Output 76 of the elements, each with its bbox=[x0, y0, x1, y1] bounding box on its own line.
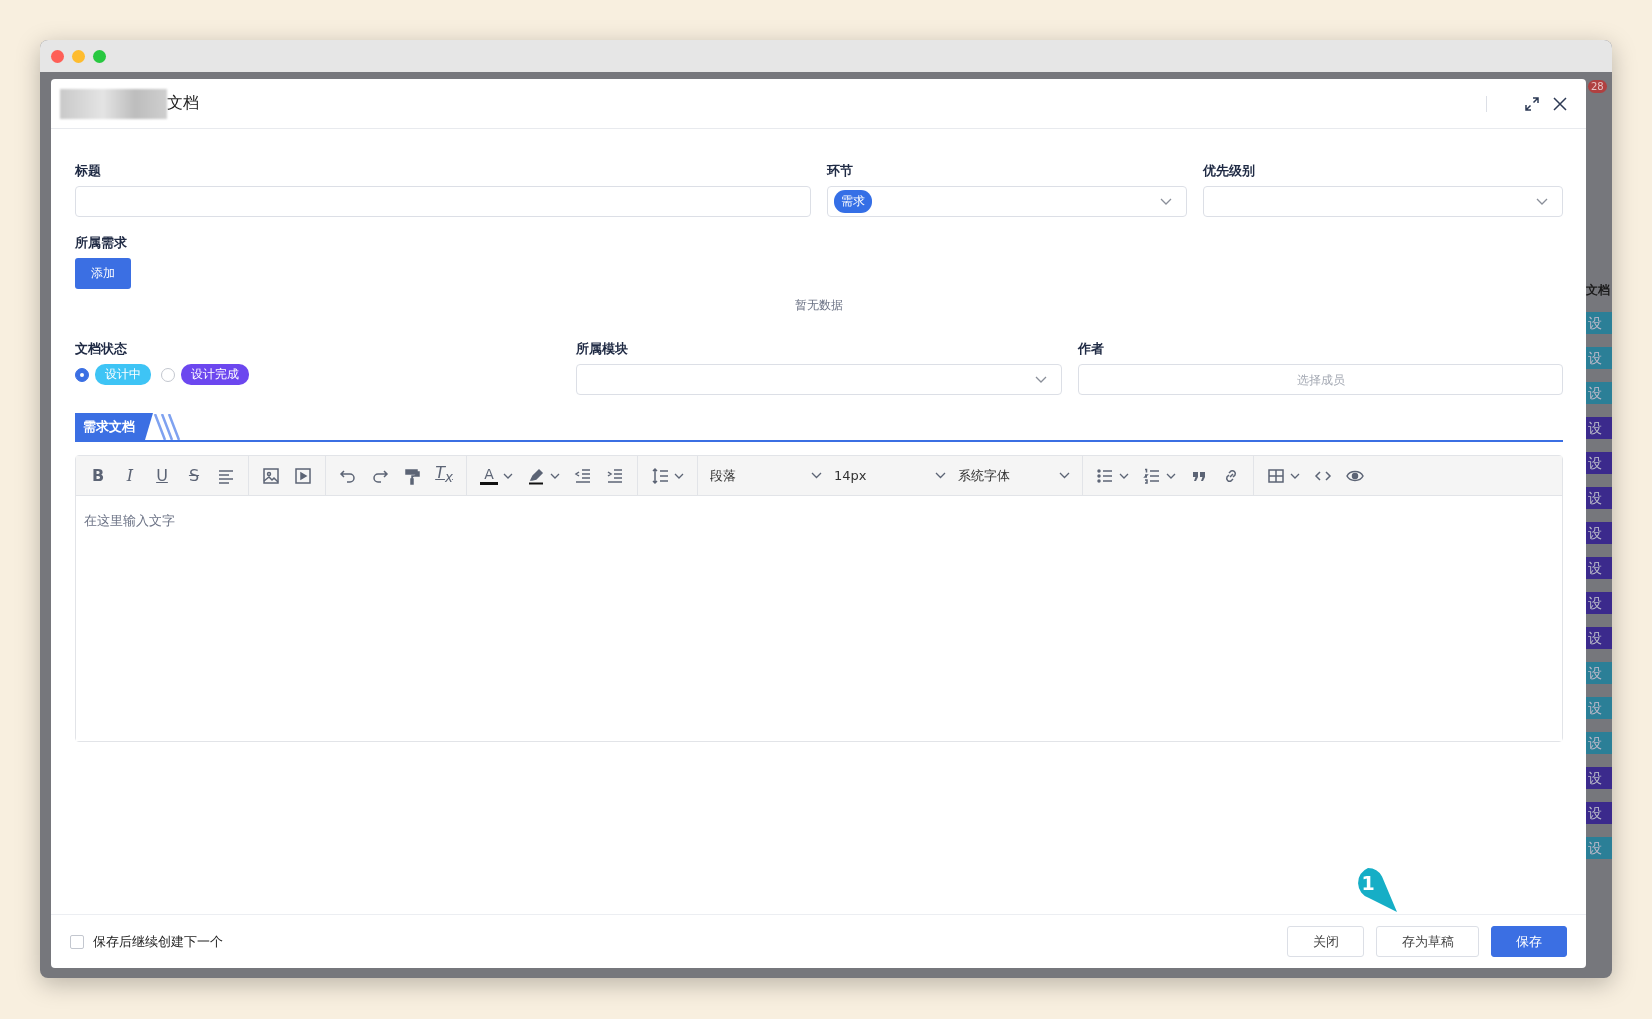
status-tag: 设 bbox=[1586, 312, 1612, 334]
numbered-list-icon[interactable] bbox=[1143, 466, 1161, 485]
indent-icon[interactable] bbox=[606, 466, 624, 485]
member-picker-field[interactable]: 选择成员 bbox=[1078, 364, 1563, 395]
status-tag: 设 bbox=[1586, 347, 1612, 369]
column-header: 文档 bbox=[1586, 282, 1611, 299]
chevron-down-icon bbox=[1059, 472, 1070, 479]
count-badge: 28 bbox=[1588, 80, 1607, 93]
status-tag: 设 bbox=[1586, 802, 1612, 824]
status-tag: 设 bbox=[1586, 767, 1612, 789]
image-icon[interactable] bbox=[262, 466, 280, 485]
toolbar-glyph[interactable]: U bbox=[153, 466, 171, 485]
status-tag: 设 bbox=[1586, 592, 1612, 614]
radio-button[interactable] bbox=[161, 367, 175, 382]
status-tag: 设 bbox=[1586, 452, 1612, 474]
status-tag: 设 bbox=[1586, 522, 1612, 544]
empty-state-text: 暂无数据 bbox=[795, 297, 843, 314]
caret-icon[interactable] bbox=[674, 472, 684, 479]
dialog-title: 文档 bbox=[167, 93, 200, 114]
checkbox-label: 保存后继续创建下一个 bbox=[93, 932, 223, 951]
field-label: 作者 bbox=[1078, 340, 1105, 358]
field-label: 优先级别 bbox=[1203, 162, 1256, 180]
caret-icon[interactable] bbox=[1290, 472, 1300, 479]
stage-select[interactable]: 需求 bbox=[827, 186, 1187, 217]
toolbar-glyph[interactable]: T$_{x}$ bbox=[435, 463, 453, 488]
status-tag: 设 bbox=[1586, 557, 1612, 579]
caret-icon[interactable] bbox=[503, 472, 513, 479]
bullet-list-icon[interactable] bbox=[1096, 466, 1114, 485]
outdent-icon[interactable] bbox=[574, 466, 592, 485]
field-label: 标题 bbox=[75, 162, 102, 180]
chevron-down-icon bbox=[1160, 197, 1172, 206]
chevron-down-icon bbox=[1536, 197, 1548, 206]
caret-icon[interactable] bbox=[1119, 472, 1129, 479]
line-height-icon[interactable] bbox=[651, 466, 669, 485]
marker-icon[interactable] bbox=[527, 466, 545, 485]
chevron-down-icon bbox=[1035, 375, 1047, 384]
field-label: 所属需求 bbox=[75, 234, 127, 252]
paint-roller-icon[interactable] bbox=[403, 466, 421, 485]
status-tag: 设 bbox=[1586, 382, 1612, 404]
field-label: 环节 bbox=[827, 162, 854, 180]
status-tag: 设 bbox=[1586, 662, 1612, 684]
section-tab[interactable]: 需求文档 bbox=[75, 413, 153, 440]
field-label: 所属模块 bbox=[576, 340, 629, 358]
table-icon[interactable] bbox=[1267, 466, 1285, 485]
checkbox[interactable] bbox=[70, 934, 84, 949]
stripes-icon bbox=[153, 414, 183, 440]
title-input[interactable] bbox=[75, 186, 811, 217]
toolbar-glyph[interactable]: A bbox=[480, 466, 498, 485]
status-tag: 设 bbox=[1586, 837, 1612, 859]
status-tag: 设 bbox=[1586, 627, 1612, 649]
caret-icon[interactable] bbox=[1166, 472, 1176, 479]
toolbar-dropdown[interactable]: 段落 bbox=[704, 466, 828, 485]
toolbar-dropdown[interactable]: 系统字体 bbox=[952, 466, 1076, 485]
footer-button[interactable]: 存为草稿 bbox=[1376, 926, 1479, 957]
chevron-down-icon bbox=[811, 472, 822, 479]
add-button[interactable]: 添加 bbox=[75, 258, 131, 289]
stage-tag: 需求 bbox=[834, 190, 872, 213]
radio-button[interactable] bbox=[75, 367, 89, 382]
footer-button[interactable]: 关闭 bbox=[1287, 926, 1364, 957]
field-label: 文档状态 bbox=[75, 340, 128, 358]
status-tag[interactable]: 设计完成 bbox=[181, 364, 249, 385]
toolbar-glyph[interactable]: B bbox=[89, 466, 107, 485]
status-tag: 设 bbox=[1586, 487, 1612, 509]
toolbar-dropdown[interactable]: 14px bbox=[828, 468, 952, 483]
toolbar-glyph[interactable]: I bbox=[121, 466, 139, 485]
editor-placeholder: 在这里输入文字 bbox=[84, 513, 175, 528]
toolbar-glyph[interactable]: S bbox=[185, 466, 203, 485]
expand-icon[interactable] bbox=[1524, 95, 1540, 112]
status-tag: 设 bbox=[1586, 697, 1612, 719]
close-icon[interactable] bbox=[1552, 95, 1568, 112]
save-button[interactable]: 保存 bbox=[1491, 926, 1567, 957]
chevron-down-icon bbox=[935, 472, 946, 479]
caret-icon[interactable] bbox=[550, 472, 560, 479]
status-tag: 设 bbox=[1586, 417, 1612, 439]
play-icon[interactable] bbox=[294, 466, 312, 485]
status-tag: 设 bbox=[1586, 732, 1612, 754]
